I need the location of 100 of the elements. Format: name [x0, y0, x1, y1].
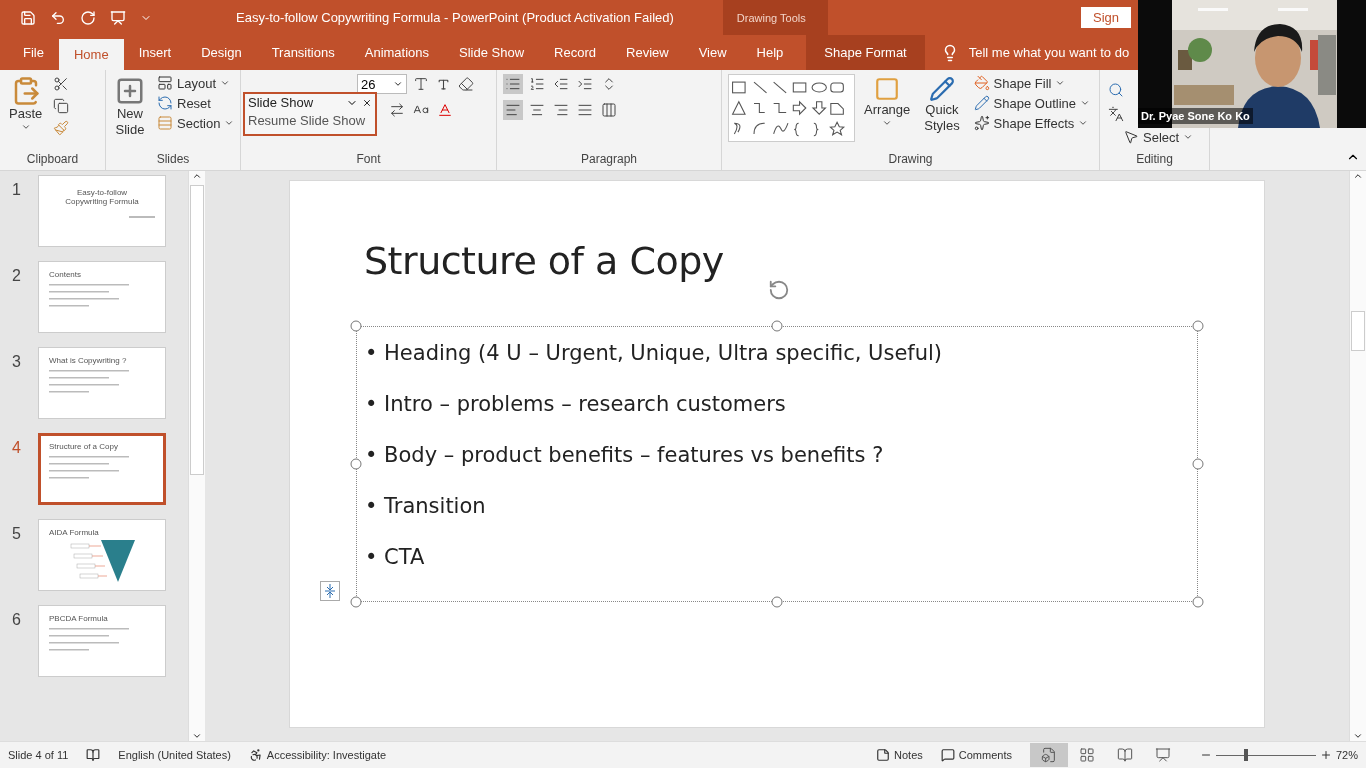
presentation-icon[interactable] — [110, 9, 126, 26]
reset-icon — [157, 95, 173, 111]
zoom-level[interactable]: 72% — [1335, 749, 1358, 761]
ribbon-tab[interactable]: Record — [539, 35, 611, 70]
thumbnail-title: PBCDA Formula — [49, 614, 109, 623]
layout-icon — [157, 75, 173, 91]
resize-handle[interactable] — [771, 320, 783, 332]
ribbon-tab[interactable]: Animations — [349, 35, 445, 70]
redo-icon[interactable] — [80, 9, 96, 26]
slide-number: 5 — [12, 525, 22, 544]
scroll-bar[interactable] — [1349, 171, 1366, 741]
resize-handle[interactable] — [350, 320, 362, 332]
ribbon-tab[interactable]: Help — [741, 35, 799, 70]
caret-icon — [1183, 132, 1194, 142]
caret-icon — [1078, 118, 1089, 128]
caret-icon — [220, 78, 231, 88]
slide-number: 3 — [12, 353, 22, 372]
section-button[interactable]: Section — [154, 114, 238, 132]
ribbon-tab[interactable]: Slide Show — [444, 35, 540, 70]
slide-thumbnail[interactable]: Easy-to-follow Copywriting Formula — [38, 175, 166, 247]
normal-view-icon — [1040, 747, 1057, 763]
slide-number: 4 — [12, 439, 22, 458]
group-label: Slides — [156, 152, 190, 168]
thumbnail-title: Structure of a Copy — [49, 442, 119, 451]
arrange-icon — [874, 76, 901, 102]
ribbon-tab[interactable]: Home — [58, 39, 124, 70]
align-left-icon[interactable] — [503, 100, 523, 120]
slide-thumbnail[interactable]: Structure of a Copy — [38, 433, 166, 505]
resize-handle[interactable] — [350, 596, 362, 608]
ribbon-tab[interactable]: Review — [611, 35, 684, 70]
slide-thumbnail[interactable]: What is Copywriting ? — [38, 347, 166, 419]
shape-effects-button[interactable]: Shape Effects — [970, 114, 1092, 132]
paste-button[interactable]: Paste — [6, 74, 46, 152]
ribbon-tab[interactable]: View — [683, 35, 742, 70]
layout-button[interactable]: Layout — [154, 74, 234, 92]
replace-icon[interactable] — [1106, 104, 1126, 124]
window-title: Easy-to-follow Copywriting Formula - PowerPoint (Product Activation Failed) — [236, 10, 674, 25]
grid-icon — [1078, 747, 1095, 763]
new-slide-button[interactable]: New Slide — [112, 74, 148, 152]
zoom-in-icon[interactable] — [1319, 749, 1332, 761]
subtitle-line-drawing — [129, 216, 155, 219]
ribbon-tab[interactable]: Insert — [123, 35, 187, 70]
resume-link[interactable]: Resume Slide Show — [248, 113, 366, 128]
arrange-button[interactable]: Arrange — [861, 74, 914, 152]
spelling-icon[interactable] — [86, 748, 101, 762]
resize-handle[interactable] — [350, 458, 362, 470]
accessibility-button[interactable]: Accessibility: Investigate — [248, 748, 387, 762]
rotate-handle-icon[interactable] — [768, 279, 790, 301]
comment-icon — [940, 748, 955, 762]
clear-formatting-icon[interactable] — [456, 74, 476, 94]
resize-handle[interactable] — [1192, 458, 1204, 470]
resize-handle[interactable] — [1192, 596, 1204, 608]
view-button[interactable] — [1029, 743, 1068, 767]
slide-thumbnail[interactable]: AIDA Formula — [38, 519, 166, 591]
font-size-field[interactable]: 26 — [357, 74, 407, 94]
slide-thumbnail[interactable]: PBCDA Formula — [38, 605, 166, 677]
pencil-icon — [973, 95, 990, 111]
bullet-text: • Transition — [365, 494, 487, 518]
caret-icon — [1055, 78, 1066, 88]
undo-icon[interactable] — [50, 9, 66, 26]
bullet-text: • Body – product benefits – features vs benefits ? — [365, 443, 885, 467]
resize-handle[interactable] — [771, 596, 783, 608]
slide-title: Structure of a Copy — [364, 239, 725, 283]
new-slide-icon — [115, 76, 145, 106]
shape-outline-button[interactable]: Shape Outline — [970, 94, 1093, 112]
reset-button[interactable]: Reset — [154, 94, 214, 112]
thumbnail-title: What is Copywriting ? — [49, 356, 128, 365]
tell-me-field[interactable]: Tell me what you want to do — [968, 45, 1130, 60]
autofit-icon[interactable] — [320, 581, 340, 601]
notes-button[interactable]: Notes — [876, 748, 923, 762]
paint-bucket-icon — [973, 75, 990, 91]
slide-number: 1 — [12, 181, 22, 200]
ribbon-tab[interactable]: Design — [186, 35, 257, 70]
participant-name: Dr. Pyae Sone Ko Ko — [1138, 108, 1253, 124]
scroll-bar[interactable] — [188, 171, 205, 741]
group-label: Clipboard — [26, 152, 79, 168]
group-label: Paragraph — [580, 152, 637, 168]
quick-styles-button[interactable]: Quick Styles — [919, 74, 965, 152]
comments-button[interactable]: Comments — [940, 748, 1012, 762]
caret-icon — [393, 79, 403, 89]
book-icon — [1116, 747, 1133, 763]
select-button[interactable]: Select — [1120, 128, 1197, 146]
ribbon-tab[interactable]: Shape Format — [806, 35, 925, 70]
slide-thumbnail[interactable]: Contents — [38, 261, 166, 333]
ribbon-tab[interactable]: Transitions — [256, 35, 350, 70]
save-icon[interactable] — [20, 9, 36, 26]
slide-counter: Slide 4 of 11 — [8, 749, 69, 761]
slide-number: 6 — [12, 611, 22, 630]
shape-fill-button[interactable]: Shape Fill — [970, 74, 1069, 92]
bullet-text: • CTA — [365, 545, 426, 569]
bullets-icon[interactable] — [503, 74, 523, 94]
shapes-gallery[interactable] — [728, 74, 856, 142]
close-icon[interactable] — [362, 97, 372, 108]
resize-handle[interactable] — [1192, 320, 1204, 332]
sign-in-button[interactable]: Sign — [1080, 7, 1131, 28]
columns-icon[interactable] — [599, 100, 619, 120]
zoom-thumb[interactable] — [1243, 748, 1248, 761]
ribbon-tab[interactable]: File — [8, 35, 59, 70]
language-button[interactable]: English (United States) — [118, 749, 231, 761]
sparkles-icon — [973, 115, 990, 131]
